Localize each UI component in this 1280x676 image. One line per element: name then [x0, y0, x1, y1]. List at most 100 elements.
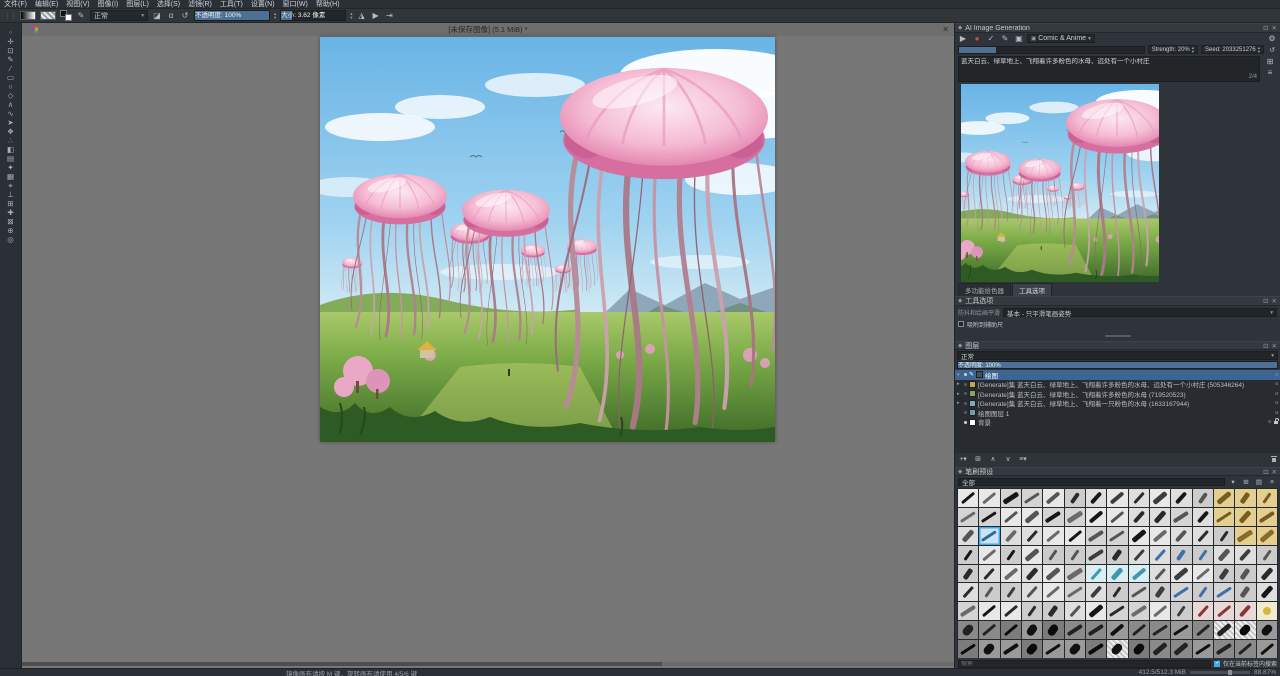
splitter-handle[interactable]	[955, 332, 1280, 340]
toolbar-drag-handle[interactable]: ⋮⋮	[4, 12, 16, 20]
size-spinner[interactable]: ▴▾	[350, 12, 352, 19]
brush-preset-thumbnail[interactable]	[1257, 602, 1277, 620]
brush-search-input[interactable]	[958, 660, 1211, 668]
brush-preset-thumbnail[interactable]	[1150, 527, 1170, 545]
float-docker-icon[interactable]: ⊡	[1263, 297, 1268, 305]
brush-preset-thumbnail[interactable]	[1235, 508, 1255, 526]
float-docker-icon[interactable]: ⊡	[1263, 24, 1268, 32]
menu-item-2[interactable]: 视图(V)	[62, 0, 93, 9]
list-view-icon[interactable]: ≡	[1267, 477, 1277, 488]
eraser-mode-icon[interactable]: ◪	[152, 10, 162, 21]
menu-item-5[interactable]: 选择(S)	[153, 0, 184, 9]
float-docker-icon[interactable]: ⊡	[1263, 468, 1268, 476]
brush-preset-thumbnail[interactable]	[1150, 546, 1170, 564]
brush-preset-thumbnail[interactable]	[1171, 508, 1191, 526]
brush-preset-thumbnail[interactable]	[1171, 602, 1191, 620]
brush-preset-thumbnail[interactable]	[1193, 527, 1213, 545]
brush-preset-thumbnail[interactable]	[1065, 508, 1085, 526]
menu-item-1[interactable]: 编辑(E)	[31, 0, 62, 9]
opacity-spinner[interactable]: ▴▾	[274, 12, 276, 19]
layer-row[interactable]: ▸[Generate]集 蓝天白云、绿草地上、飞翔着一只粉色的水母 (16331…	[955, 399, 1280, 409]
brush-preset-thumbnail[interactable]	[979, 621, 999, 639]
brush-preset-thumbnail[interactable]	[958, 565, 978, 583]
inherit-alpha-icon[interactable]: a	[1275, 400, 1278, 406]
brush-preset-thumbnail[interactable]	[1235, 583, 1255, 601]
layer-visibility-toggle[interactable]	[964, 402, 967, 405]
tag-filter-combo[interactable]: 全部	[958, 478, 1225, 486]
brush-preset-thumbnail[interactable]	[1043, 565, 1063, 583]
close-docker-icon[interactable]: ✕	[1272, 297, 1277, 305]
brush-preset-thumbnail[interactable]	[1235, 489, 1255, 507]
brush-preset-thumbnail[interactable]	[1086, 640, 1106, 658]
brush-preset-thumbnail[interactable]	[958, 508, 978, 526]
brush-preset-thumbnail[interactable]	[1065, 565, 1085, 583]
brush-preset-thumbnail[interactable]	[1043, 640, 1063, 658]
line-tool[interactable]: ∕	[2, 64, 20, 73]
reference-images-tool[interactable]: ⊞	[2, 199, 20, 208]
ellipse-tool[interactable]: ○	[2, 82, 20, 91]
brush-preset-thumbnail[interactable]	[1086, 527, 1106, 545]
layer-row[interactable]: ▸[Generate]集 蓝天白云、绿草地上、飞翔着许多粉色的水母、远处有一个小…	[955, 380, 1280, 390]
brush-preset-thumbnail[interactable]	[1150, 508, 1170, 526]
brush-preset-thumbnail[interactable]	[1257, 640, 1277, 658]
brush-preset-thumbnail[interactable]	[1171, 527, 1191, 545]
brush-preset-thumbnail[interactable]	[1086, 602, 1106, 620]
brush-preset-thumbnail[interactable]	[1193, 640, 1213, 658]
opacity-slider[interactable]: 不透明度: 100%	[194, 10, 270, 21]
brush-preset-thumbnail[interactable]	[1001, 546, 1021, 564]
brush-editor-icon[interactable]: ✎	[76, 10, 86, 21]
brush-preset-thumbnail[interactable]	[1022, 489, 1042, 507]
brush-preset-thumbnail[interactable]	[1043, 489, 1063, 507]
layer-opacity-slider[interactable]: 不透明度: 100%	[957, 361, 1278, 369]
layer-row[interactable]: ▸[Generate]集 蓝天白云、绿草地上、飞翔着许多粉色的水母 (71952…	[955, 389, 1280, 399]
inherit-alpha-icon[interactable]: a	[1275, 391, 1278, 397]
assistants-tool[interactable]: ⌖	[2, 181, 20, 190]
layer-row[interactable]: 背景a	[955, 418, 1280, 428]
foreground-background-colors[interactable]	[60, 10, 72, 21]
tab-tool-options[interactable]: 工具选项	[1012, 283, 1052, 297]
brush-preset-thumbnail[interactable]	[1065, 489, 1085, 507]
brush-preset-thumbnail[interactable]	[1257, 565, 1277, 583]
color-sampler-tool[interactable]: ✦	[2, 163, 20, 172]
menu-item-3[interactable]: 图像(I)	[94, 0, 123, 9]
brush-preset-thumbnail[interactable]	[1235, 565, 1255, 583]
strength-spinbox[interactable]: Strength: 20% ▴▾	[1148, 45, 1198, 54]
brush-preset-thumbnail[interactable]	[1022, 621, 1042, 639]
brush-preset-thumbnail[interactable]	[1001, 602, 1021, 620]
canvas-horizontal-scrollbar[interactable]	[22, 662, 954, 666]
brush-preset-thumbnail[interactable]	[979, 527, 999, 545]
brush-preset-thumbnail[interactable]	[1001, 565, 1021, 583]
brush-preset-thumbnail[interactable]	[1193, 489, 1213, 507]
brush-preset-thumbnail[interactable]	[979, 583, 999, 601]
brush-preset-thumbnail[interactable]	[1193, 565, 1213, 583]
brush-preset-thumbnail[interactable]	[1235, 602, 1255, 620]
brush-preset-thumbnail[interactable]	[1086, 508, 1106, 526]
brush-preset-thumbnail[interactable]	[1129, 527, 1149, 545]
zoom-slider[interactable]	[1190, 671, 1250, 674]
dynamic-brush-tool[interactable]: ➤	[2, 118, 20, 127]
brush-preset-thumbnail[interactable]	[1235, 527, 1255, 545]
brush-preset-thumbnail[interactable]	[1107, 602, 1127, 620]
mirror-view-icon[interactable]: ⇥	[385, 10, 395, 21]
layer-visibility-toggle[interactable]	[964, 392, 967, 395]
record-button[interactable]: ●	[972, 33, 982, 44]
freehand-brush-tool[interactable]: ✎	[2, 55, 20, 64]
brush-preset-thumbnail[interactable]	[1129, 621, 1149, 639]
menu-item-8[interactable]: 设置(N)	[247, 0, 279, 9]
brush-preset-thumbnail[interactable]	[1022, 565, 1042, 583]
menu-item-10[interactable]: 帮助(H)	[312, 0, 344, 9]
move-layer-down-button[interactable]: ∨	[1003, 453, 1013, 464]
brush-preset-thumbnail[interactable]	[1171, 489, 1191, 507]
snap-to-assistants-checkbox[interactable]	[958, 321, 964, 327]
brush-preset-thumbnail[interactable]	[1257, 546, 1277, 564]
brush-preset-thumbnail[interactable]	[1257, 621, 1277, 639]
prompt-input[interactable]: 蓝天白云、绿草地上、飞翔着许多粉色的水母、远处有一个小村庄	[961, 58, 1257, 74]
menu-item-7[interactable]: 工具(T)	[216, 0, 247, 9]
brush-preset-thumbnail[interactable]	[1193, 602, 1213, 620]
brush-preset-thumbnail[interactable]	[1065, 640, 1085, 658]
move-layer-up-button[interactable]: ∧	[988, 453, 998, 464]
brush-preset-thumbnail[interactable]	[1129, 508, 1149, 526]
brush-preset-thumbnail[interactable]	[1214, 621, 1234, 639]
fill-tool[interactable]: ◧	[2, 145, 20, 154]
brush-preset-thumbnail[interactable]	[1065, 527, 1085, 545]
